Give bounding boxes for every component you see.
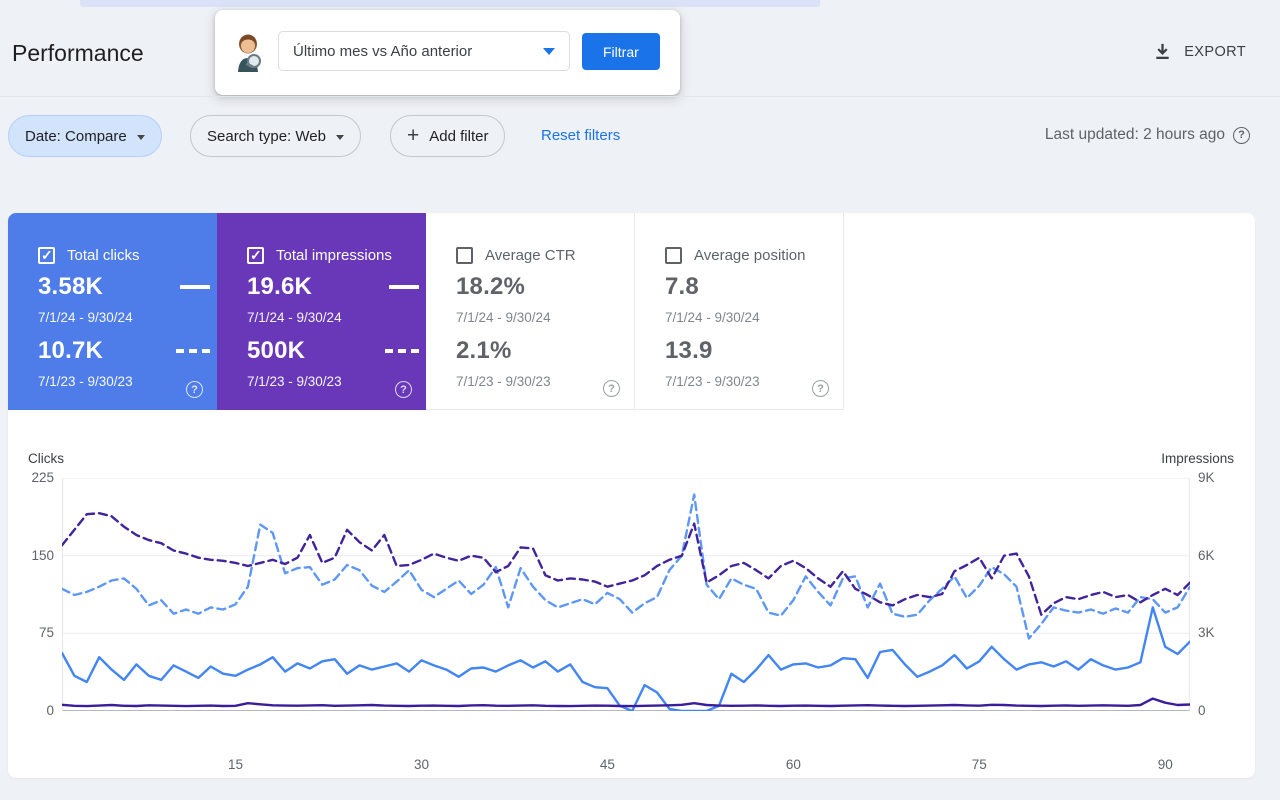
metric-value-current: 18.2% bbox=[456, 273, 526, 300]
top-cutoff-element bbox=[80, 0, 820, 7]
comparison-period-dropdown[interactable]: Último mes vs Año anterior bbox=[278, 31, 570, 71]
comparison-filter-popup: Último mes vs Año anterior Filtrar bbox=[215, 10, 680, 95]
metric-range-current: 7/1/24 - 9/30/24 bbox=[38, 310, 133, 325]
page-title: Performance bbox=[12, 40, 144, 66]
filter-chip-date-compare[interactable]: Date: Compare bbox=[8, 115, 162, 157]
date-tick-label: 90 bbox=[1157, 757, 1173, 772]
clicks-tick-label: 75 bbox=[38, 625, 54, 641]
date-tick-label: 30 bbox=[413, 757, 429, 772]
metric-label: Total clicks bbox=[67, 247, 140, 264]
legend-dashed-line-icon bbox=[176, 349, 210, 353]
chart-plot-area bbox=[60, 477, 1192, 713]
metric-value-previous: 500K bbox=[247, 337, 306, 364]
clicks-axis-title: Clicks bbox=[28, 451, 64, 466]
date-tick-label: 75 bbox=[971, 757, 987, 772]
metric-label: Average position bbox=[694, 247, 806, 264]
filtrar-button[interactable]: Filtrar bbox=[582, 33, 660, 70]
impressions-tick-label: 9K bbox=[1198, 469, 1215, 485]
metric-range-previous: 7/1/23 - 9/30/23 bbox=[247, 374, 342, 389]
series-line-impressions-previous bbox=[60, 512, 1192, 616]
metric-card-average-position[interactable]: Average position 7.8 7/1/24 - 9/30/24 13… bbox=[635, 213, 844, 410]
date-axis-ticks: 15 30 45 60 75 90 bbox=[62, 757, 1190, 777]
help-icon[interactable]: ? bbox=[1233, 126, 1250, 144]
date-tick-label: 60 bbox=[785, 757, 801, 772]
series-line-impressions-current bbox=[60, 697, 1192, 708]
filter-chip-date-label: Date: Compare bbox=[25, 127, 127, 145]
metric-card-total-impressions[interactable]: Total impressions 19.6K 7/1/24 - 9/30/24… bbox=[217, 213, 426, 410]
filter-chip-search-type-label: Search type: Web bbox=[207, 127, 326, 145]
metric-card-total-clicks[interactable]: Total clicks 3.58K 7/1/24 - 9/30/24 10.7… bbox=[8, 213, 217, 410]
chevron-down-icon bbox=[335, 134, 344, 140]
checkbox-unchecked-icon[interactable] bbox=[456, 247, 473, 264]
download-icon bbox=[1156, 43, 1169, 60]
export-label: EXPORT bbox=[1184, 43, 1246, 60]
metric-value-current: 3.58K bbox=[38, 273, 104, 300]
help-icon[interactable]: ? bbox=[395, 381, 412, 398]
metric-label: Total impressions bbox=[276, 247, 392, 264]
date-tick-label: 15 bbox=[228, 757, 244, 772]
comparison-period-value: Último mes vs Año anterior bbox=[293, 42, 473, 60]
metric-label: Average CTR bbox=[485, 247, 576, 264]
series-line-clicks-previous bbox=[60, 493, 1192, 640]
metric-value-current: 7.8 bbox=[665, 273, 699, 300]
clicks-tick-label: 225 bbox=[31, 469, 54, 485]
export-button[interactable]: EXPORT bbox=[1153, 42, 1246, 61]
metric-range-previous: 7/1/23 - 9/30/23 bbox=[456, 374, 551, 389]
help-icon[interactable]: ? bbox=[812, 380, 829, 397]
checkbox-checked-icon[interactable] bbox=[247, 247, 264, 264]
last-updated-label: Last updated: 2 hours ago bbox=[1044, 126, 1225, 143]
help-icon[interactable]: ? bbox=[603, 380, 620, 397]
performance-chart: Clicks Impressions 0 75 150 225 0 3K 6K 9K 15 3… bbox=[8, 445, 1255, 775]
metric-card-average-ctr[interactable]: Average CTR 18.2% 7/1/24 - 9/30/24 2.1% … bbox=[426, 213, 635, 410]
date-tick-label: 45 bbox=[599, 757, 615, 772]
metric-range-previous: 7/1/23 - 9/30/23 bbox=[38, 374, 133, 389]
chevron-down-icon bbox=[543, 47, 555, 55]
performance-panel: Total clicks 3.58K 7/1/24 - 9/30/24 10.7… bbox=[8, 213, 1255, 778]
clicks-tick-label: 0 bbox=[46, 702, 54, 718]
impressions-tick-label: 3K bbox=[1198, 625, 1215, 641]
chart-plot-svg bbox=[60, 477, 1192, 713]
legend-solid-line-icon bbox=[180, 285, 210, 289]
metric-cards-row: Total clicks 3.58K 7/1/24 - 9/30/24 10.7… bbox=[8, 213, 1255, 410]
metric-value-previous: 10.7K bbox=[38, 337, 104, 364]
user-avatar bbox=[238, 34, 261, 72]
filter-chip-search-type[interactable]: Search type: Web bbox=[190, 115, 361, 157]
impressions-axis-ticks: 0 3K 6K 9K bbox=[1198, 470, 1248, 718]
impressions-tick-label: 6K bbox=[1198, 547, 1215, 563]
metric-range-current: 7/1/24 - 9/30/24 bbox=[247, 310, 342, 325]
plus-icon: + bbox=[407, 123, 420, 147]
legend-dashed-line-icon bbox=[385, 349, 419, 353]
metric-value-current: 19.6K bbox=[247, 273, 313, 300]
clicks-tick-label: 150 bbox=[31, 547, 54, 563]
header-divider bbox=[0, 96, 1280, 97]
reset-filters-link[interactable]: Reset filters bbox=[541, 127, 620, 144]
chevron-down-icon bbox=[136, 134, 145, 140]
checkbox-unchecked-icon[interactable] bbox=[665, 247, 682, 264]
impressions-axis-title: Impressions bbox=[1161, 451, 1234, 466]
help-icon[interactable]: ? bbox=[186, 381, 203, 398]
performance-page: { "header": { "title": "Performance", "e… bbox=[0, 0, 1280, 800]
last-updated: Last updated: 2 hours ago ? bbox=[1045, 126, 1250, 144]
metric-value-previous: 13.9 bbox=[665, 337, 713, 364]
metric-range-previous: 7/1/23 - 9/30/23 bbox=[665, 374, 760, 389]
metric-value-previous: 2.1% bbox=[456, 337, 512, 364]
impressions-tick-label: 0 bbox=[1198, 702, 1206, 718]
add-filter-chip[interactable]: + Add filter bbox=[390, 115, 506, 157]
add-filter-label: Add filter bbox=[429, 127, 489, 145]
metric-range-current: 7/1/24 - 9/30/24 bbox=[665, 310, 760, 325]
legend-solid-line-icon bbox=[389, 285, 419, 289]
checkbox-checked-icon[interactable] bbox=[38, 247, 55, 264]
metric-range-current: 7/1/24 - 9/30/24 bbox=[456, 310, 551, 325]
clicks-axis-ticks: 0 75 150 225 bbox=[8, 470, 54, 718]
series-line-clicks-current bbox=[60, 606, 1192, 713]
